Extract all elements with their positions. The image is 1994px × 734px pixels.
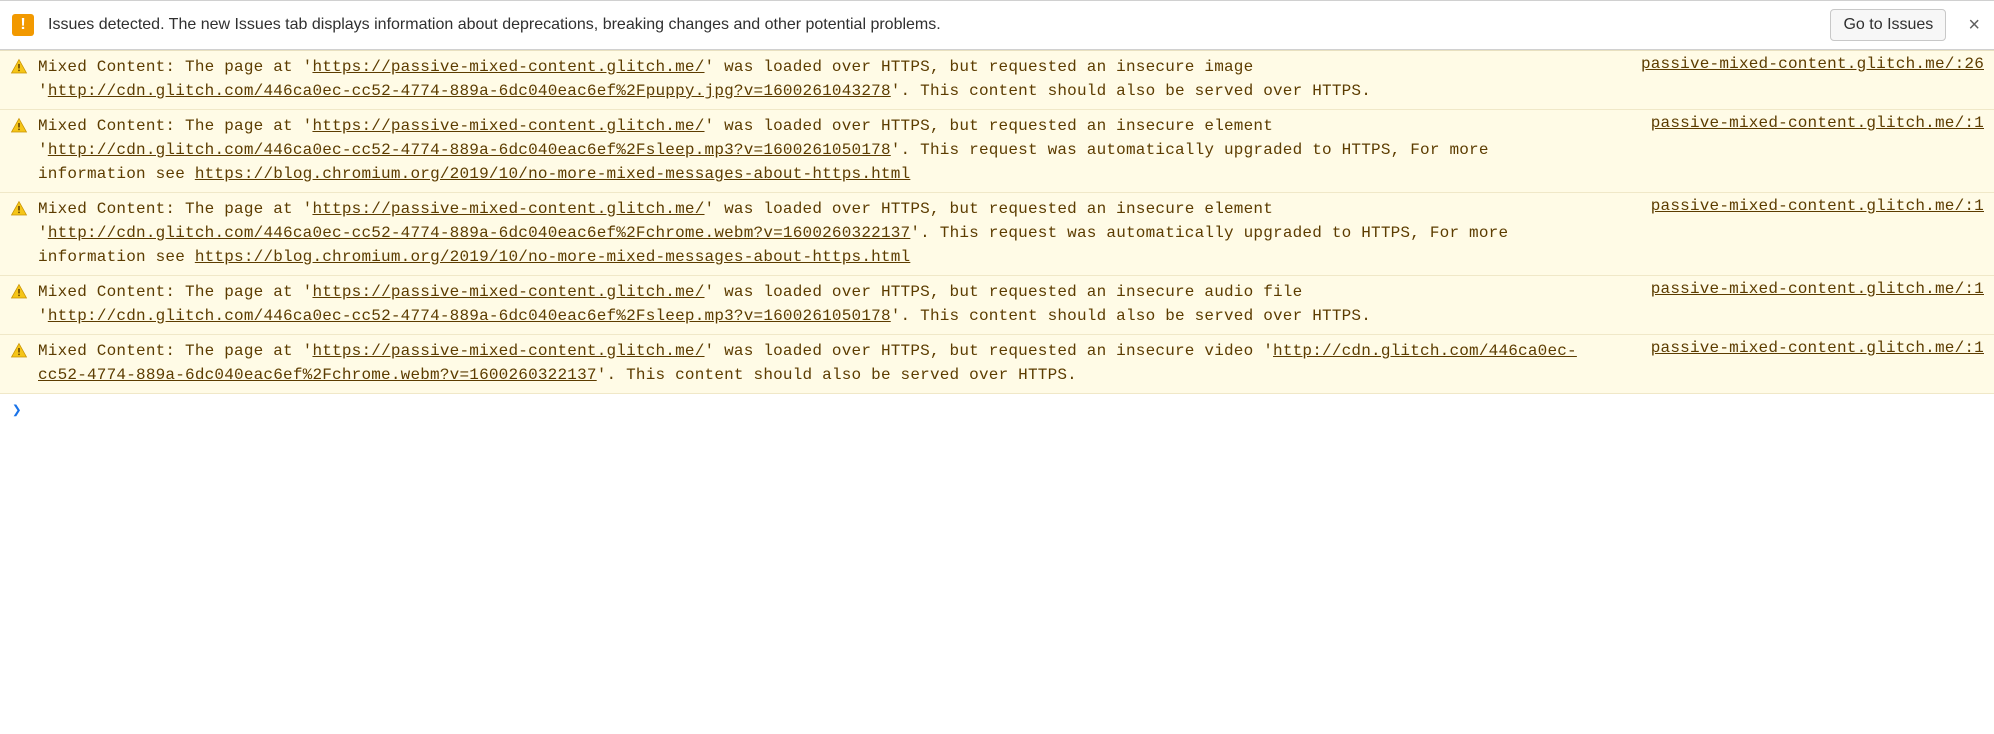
console-warning-row: Mixed Content: The page at 'https://pass… <box>0 193 1994 276</box>
issues-icon: ! <box>12 14 34 36</box>
warning-icon <box>10 342 28 360</box>
message-source-link[interactable]: passive-mixed-content.glitch.me/:1 <box>1651 339 1984 357</box>
warning-icon <box>10 117 28 135</box>
message-source-link[interactable]: passive-mixed-content.glitch.me/:1 <box>1651 114 1984 132</box>
message-source-link[interactable]: passive-mixed-content.glitch.me/:26 <box>1641 55 1984 73</box>
console-warning-row: Mixed Content: The page at 'https://pass… <box>0 276 1994 335</box>
resource-url-link[interactable]: http://cdn.glitch.com/446ca0ec-cc52-4774… <box>48 141 891 159</box>
warning-icon <box>10 58 28 76</box>
console-message-body: Mixed Content: The page at 'https://pass… <box>38 55 1571 103</box>
blog-url-link[interactable]: https://blog.chromium.org/2019/10/no-mor… <box>195 165 911 183</box>
console-warning-row: Mixed Content: The page at 'https://pass… <box>0 110 1994 193</box>
console-prompt[interactable]: ❯ <box>0 394 1994 426</box>
resource-url-link[interactable]: http://cdn.glitch.com/446ca0ec-cc52-4774… <box>48 307 891 325</box>
page-url-link[interactable]: https://passive-mixed-content.glitch.me/ <box>312 117 704 135</box>
message-source-link[interactable]: passive-mixed-content.glitch.me/:1 <box>1651 197 1984 215</box>
close-icon[interactable]: × <box>1960 15 1982 35</box>
page-url-link[interactable]: https://passive-mixed-content.glitch.me/ <box>312 200 704 218</box>
resource-url-link[interactable]: http://cdn.glitch.com/446ca0ec-cc52-4774… <box>38 342 1577 384</box>
console-list: Mixed Content: The page at 'https://pass… <box>0 50 1994 394</box>
issues-text: Issues detected. The new Issues tab disp… <box>48 16 1816 34</box>
console-message-body: Mixed Content: The page at 'https://pass… <box>38 339 1581 387</box>
warning-icon <box>10 200 28 218</box>
console-warning-row: Mixed Content: The page at 'https://pass… <box>0 335 1994 394</box>
message-source-link[interactable]: passive-mixed-content.glitch.me/:1 <box>1651 280 1984 298</box>
console-message-body: Mixed Content: The page at 'https://pass… <box>38 280 1581 328</box>
page-url-link[interactable]: https://passive-mixed-content.glitch.me/ <box>312 283 704 301</box>
warning-icon <box>10 283 28 301</box>
resource-url-link[interactable]: http://cdn.glitch.com/446ca0ec-cc52-4774… <box>48 224 911 242</box>
page-url-link[interactable]: https://passive-mixed-content.glitch.me/ <box>312 342 704 360</box>
console-warning-row: Mixed Content: The page at 'https://pass… <box>0 51 1994 110</box>
blog-url-link[interactable]: https://blog.chromium.org/2019/10/no-mor… <box>195 248 911 266</box>
page-url-link[interactable]: https://passive-mixed-content.glitch.me/ <box>312 58 704 76</box>
console-message-body: Mixed Content: The page at 'https://pass… <box>38 197 1581 269</box>
resource-url-link[interactable]: http://cdn.glitch.com/446ca0ec-cc52-4774… <box>48 82 891 100</box>
issues-bar: ! Issues detected. The new Issues tab di… <box>0 0 1994 50</box>
go-to-issues-button[interactable]: Go to Issues <box>1830 9 1946 41</box>
console-message-body: Mixed Content: The page at 'https://pass… <box>38 114 1581 186</box>
